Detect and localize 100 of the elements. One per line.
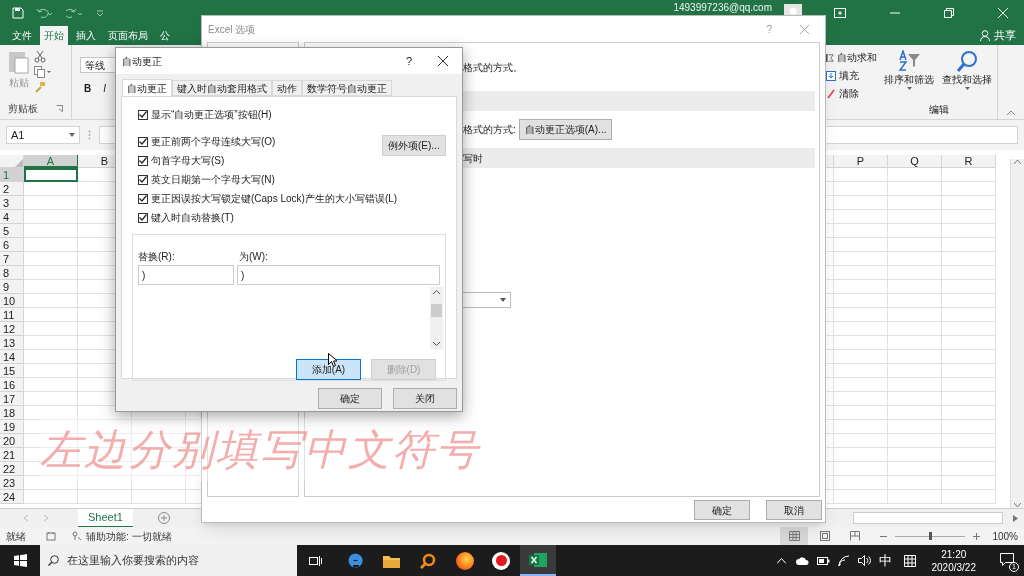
scroll-up-icon[interactable]	[433, 290, 440, 294]
checkbox[interactable]	[138, 212, 148, 223]
grid-cell[interactable]	[132, 490, 186, 504]
grid-cell[interactable]	[24, 252, 78, 266]
row-header[interactable]: 5	[0, 224, 24, 238]
grid-cell[interactable]	[888, 266, 942, 280]
row-header[interactable]: 20	[0, 434, 24, 448]
ribbon-tab[interactable]: 页面布局	[104, 26, 152, 45]
firefox-icon[interactable]	[456, 551, 474, 570]
dialog-tab[interactable]: 动作	[272, 80, 302, 96]
row-header[interactable]: 15	[0, 364, 24, 378]
grid-cell[interactable]	[942, 378, 996, 392]
grid-cell[interactable]	[888, 448, 942, 462]
grid-cell[interactable]	[834, 308, 888, 322]
checkbox[interactable]	[138, 109, 148, 120]
grid-cell[interactable]	[942, 196, 996, 210]
share-link[interactable]: 共享	[994, 26, 1016, 44]
grid-cell[interactable]	[24, 364, 78, 378]
grid-cell[interactable]	[78, 490, 132, 504]
checkbox[interactable]	[138, 155, 148, 166]
save-icon[interactable]	[12, 6, 24, 19]
page-break-icon[interactable]	[850, 531, 861, 541]
wifi-icon[interactable]	[837, 554, 850, 567]
grid-cell[interactable]	[942, 322, 996, 336]
name-box[interactable]: A1	[6, 126, 80, 144]
grid-cell[interactable]	[942, 168, 996, 182]
macro-record-icon[interactable]	[46, 531, 56, 541]
ribbon-tab[interactable]: 插入	[72, 26, 100, 45]
dialog-tab[interactable]: 数学符号自动更正	[302, 80, 392, 96]
ribbon-tab[interactable]: 开始	[40, 26, 68, 45]
dialog-tab[interactable]: 自动更正	[122, 79, 172, 97]
checkbox-label[interactable]: 英文日期第一个字母大写(N)	[151, 172, 275, 187]
grid-cell[interactable]	[834, 280, 888, 294]
zoom-level[interactable]: 100%	[992, 528, 1018, 544]
autocorrect-options-button[interactable]: 自动更正选项(A)...	[518, 119, 613, 140]
row-header[interactable]: 10	[0, 294, 24, 308]
row-header[interactable]: 4	[0, 210, 24, 224]
row-header[interactable]: 6	[0, 238, 24, 252]
keyboard-grid-icon[interactable]	[903, 554, 916, 567]
grid-cell[interactable]	[834, 476, 888, 490]
column-header[interactable]: R	[942, 155, 996, 168]
grid-cell[interactable]	[888, 168, 942, 182]
chevron-up-icon[interactable]	[776, 557, 786, 564]
grid-cell[interactable]	[942, 336, 996, 350]
grid-cell[interactable]	[24, 322, 78, 336]
format-painter-icon[interactable]	[34, 81, 46, 93]
grid-cell[interactable]	[888, 364, 942, 378]
row-header[interactable]: 1	[0, 168, 24, 182]
excel-taskbar-button[interactable]	[520, 545, 556, 576]
grid-cell[interactable]	[942, 182, 996, 196]
ribbon-tab[interactable]: 文件	[8, 26, 36, 45]
accessibility-icon[interactable]	[72, 531, 82, 541]
grid-cell[interactable]	[834, 182, 888, 196]
row-header[interactable]: 3	[0, 196, 24, 210]
grid-cell[interactable]	[24, 350, 78, 364]
replace-input[interactable]: )	[138, 265, 235, 285]
row-header[interactable]: 7	[0, 252, 24, 266]
grid-cell[interactable]	[24, 210, 78, 224]
grid-cell[interactable]	[834, 196, 888, 210]
grid-cell[interactable]	[834, 392, 888, 406]
grid-cell[interactable]	[888, 350, 942, 364]
grid-cell[interactable]	[24, 490, 78, 504]
paste-icon[interactable]	[8, 49, 30, 75]
grid-cell[interactable]	[24, 392, 78, 406]
grid-cell[interactable]	[942, 434, 996, 448]
customize-toolbar-icon[interactable]	[96, 8, 104, 17]
grid-cell[interactable]	[834, 448, 888, 462]
search-field[interactable]: 在这里输入你要搜索的内容	[40, 545, 297, 576]
grid-cell[interactable]	[888, 238, 942, 252]
collapse-ribbon-icon[interactable]	[1007, 110, 1015, 115]
undo-icon[interactable]	[36, 7, 54, 18]
row-header[interactable]: 11	[0, 308, 24, 322]
grid-cell[interactable]	[834, 266, 888, 280]
grid-cell[interactable]	[888, 462, 942, 476]
redo-icon[interactable]	[66, 7, 84, 18]
zoom-slider[interactable]	[895, 531, 966, 541]
more-icon[interactable]	[88, 130, 91, 140]
caret-icon[interactable]	[69, 133, 75, 137]
scroll-right-icon[interactable]	[44, 515, 48, 521]
grid-cell[interactable]	[24, 308, 78, 322]
dialog-launcher-icon[interactable]	[56, 105, 63, 112]
row-header[interactable]: 17	[0, 392, 24, 406]
close-button[interactable]: 关闭	[393, 388, 457, 409]
grid-cell[interactable]	[24, 196, 78, 210]
grid-cell[interactable]	[24, 224, 78, 238]
grid-cell[interactable]	[942, 238, 996, 252]
grid-cell[interactable]	[24, 476, 78, 490]
grid-cell[interactable]	[834, 462, 888, 476]
grid-cell[interactable]	[942, 350, 996, 364]
grid-cell[interactable]	[888, 378, 942, 392]
sheet-tab[interactable]: Sheet1	[78, 508, 133, 528]
person-icon[interactable]	[980, 29, 990, 41]
grid-cell[interactable]	[888, 252, 942, 266]
checkbox-label[interactable]: 更正前两个字母连续大写(O)	[151, 134, 276, 149]
grid-cell[interactable]	[834, 350, 888, 364]
input-method-indicator[interactable]: 中	[878, 550, 892, 571]
grid-cell[interactable]	[942, 308, 996, 322]
row-header[interactable]: 21	[0, 448, 24, 462]
cloud-icon[interactable]	[795, 556, 809, 565]
find-select-button[interactable]: 查找和选择	[942, 72, 992, 87]
